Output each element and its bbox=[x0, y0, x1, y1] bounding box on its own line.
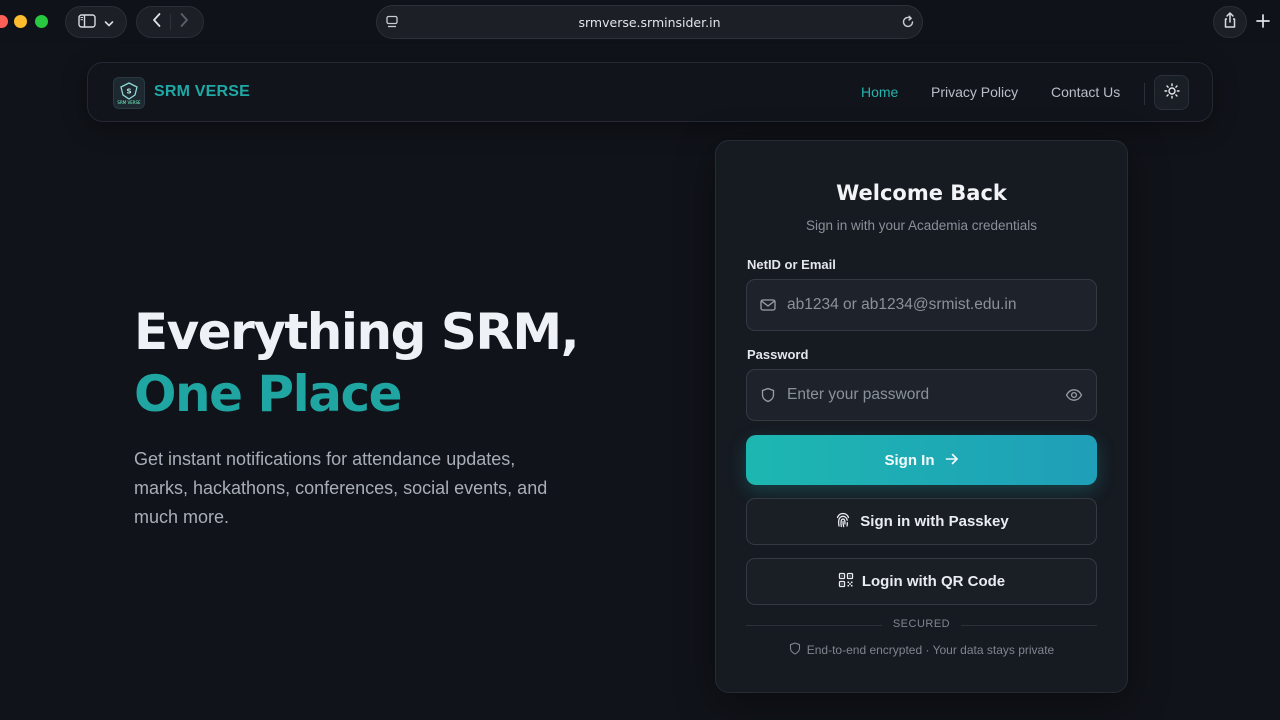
sun-icon bbox=[1163, 82, 1180, 103]
sidebar-icon bbox=[78, 13, 96, 32]
secured-divider: SECURED bbox=[746, 618, 1097, 632]
passkey-sign-in-label: Sign in with Passkey bbox=[860, 513, 1009, 530]
hero-heading-line1: Everything SRM, bbox=[134, 303, 580, 361]
shield-icon bbox=[789, 642, 801, 658]
new-tab-button[interactable] bbox=[1252, 11, 1274, 33]
divider-line-right bbox=[961, 625, 1097, 626]
hero-heading-line2: One Place bbox=[134, 365, 403, 423]
eye-icon[interactable] bbox=[1065, 387, 1083, 406]
chevron-down-icon bbox=[104, 13, 114, 32]
browser-toolbar: srmverse.srminsider.in bbox=[0, 0, 1280, 44]
sign-in-label: Sign In bbox=[884, 451, 935, 469]
theme-toggle-button[interactable] bbox=[1154, 75, 1189, 110]
fingerprint-icon bbox=[834, 511, 852, 533]
arrow-right-icon bbox=[945, 452, 959, 469]
encryption-note-text: End-to-end encrypted · Your data stays p… bbox=[806, 643, 1055, 657]
mail-icon bbox=[760, 297, 776, 316]
reload-icon[interactable] bbox=[900, 14, 916, 34]
url-text: srmverse.srminsider.in bbox=[578, 15, 721, 30]
encryption-note: End-to-end encrypted · Your data stays p… bbox=[716, 642, 1127, 658]
site-navbar: S SRM VERSE SRM VERSE Home Privacy Polic… bbox=[87, 62, 1213, 122]
plus-icon bbox=[1256, 13, 1270, 32]
login-subtitle: Sign in with your Academia credentials bbox=[805, 218, 1038, 233]
nav-divider bbox=[1144, 83, 1145, 105]
share-button[interactable] bbox=[1213, 6, 1247, 38]
close-window-button[interactable] bbox=[0, 15, 8, 28]
sign-in-button[interactable]: Sign In bbox=[746, 435, 1097, 485]
history-navigation bbox=[136, 6, 204, 38]
password-input[interactable] bbox=[787, 370, 1057, 420]
nav-link-contact-us[interactable]: Contact Us bbox=[1051, 84, 1120, 100]
svg-text:S: S bbox=[126, 87, 131, 95]
chevron-left-icon[interactable] bbox=[152, 12, 162, 32]
login-card: Welcome Back Sign in with your Academia … bbox=[715, 140, 1128, 693]
passkey-sign-in-button[interactable]: Sign in with Passkey bbox=[746, 498, 1097, 545]
password-label: Password bbox=[747, 347, 809, 362]
sidebar-toggle-button[interactable] bbox=[65, 6, 127, 38]
netid-label: NetID or Email bbox=[747, 257, 836, 272]
secured-label: SECURED bbox=[892, 618, 951, 630]
logo-text: SRM VERSE bbox=[117, 99, 141, 105]
qr-code-icon bbox=[838, 572, 854, 592]
password-field-wrapper bbox=[746, 369, 1097, 421]
nav-link-home[interactable]: Home bbox=[861, 84, 898, 100]
netid-input[interactable] bbox=[787, 280, 1057, 330]
share-icon bbox=[1222, 11, 1238, 33]
qr-login-label: Login with QR Code bbox=[861, 573, 1006, 590]
hero-description: Get instant notifications for attendance… bbox=[134, 449, 548, 527]
shield-icon bbox=[760, 387, 776, 407]
logo-icon: S bbox=[120, 81, 138, 100]
netid-field-wrapper bbox=[746, 279, 1097, 331]
login-title: Welcome Back bbox=[836, 181, 1007, 205]
nav-link-privacy-policy[interactable]: Privacy Policy bbox=[931, 84, 1018, 100]
chevron-right-icon[interactable] bbox=[179, 12, 189, 32]
brand-name[interactable]: SRM VERSE bbox=[154, 83, 250, 101]
maximize-window-button[interactable] bbox=[35, 15, 48, 28]
qr-login-button[interactable]: Login with QR Code bbox=[746, 558, 1097, 605]
brand-logo[interactable]: S SRM VERSE bbox=[113, 77, 145, 109]
minimize-window-button[interactable] bbox=[14, 15, 27, 28]
address-bar[interactable]: srmverse.srminsider.in bbox=[376, 5, 923, 39]
